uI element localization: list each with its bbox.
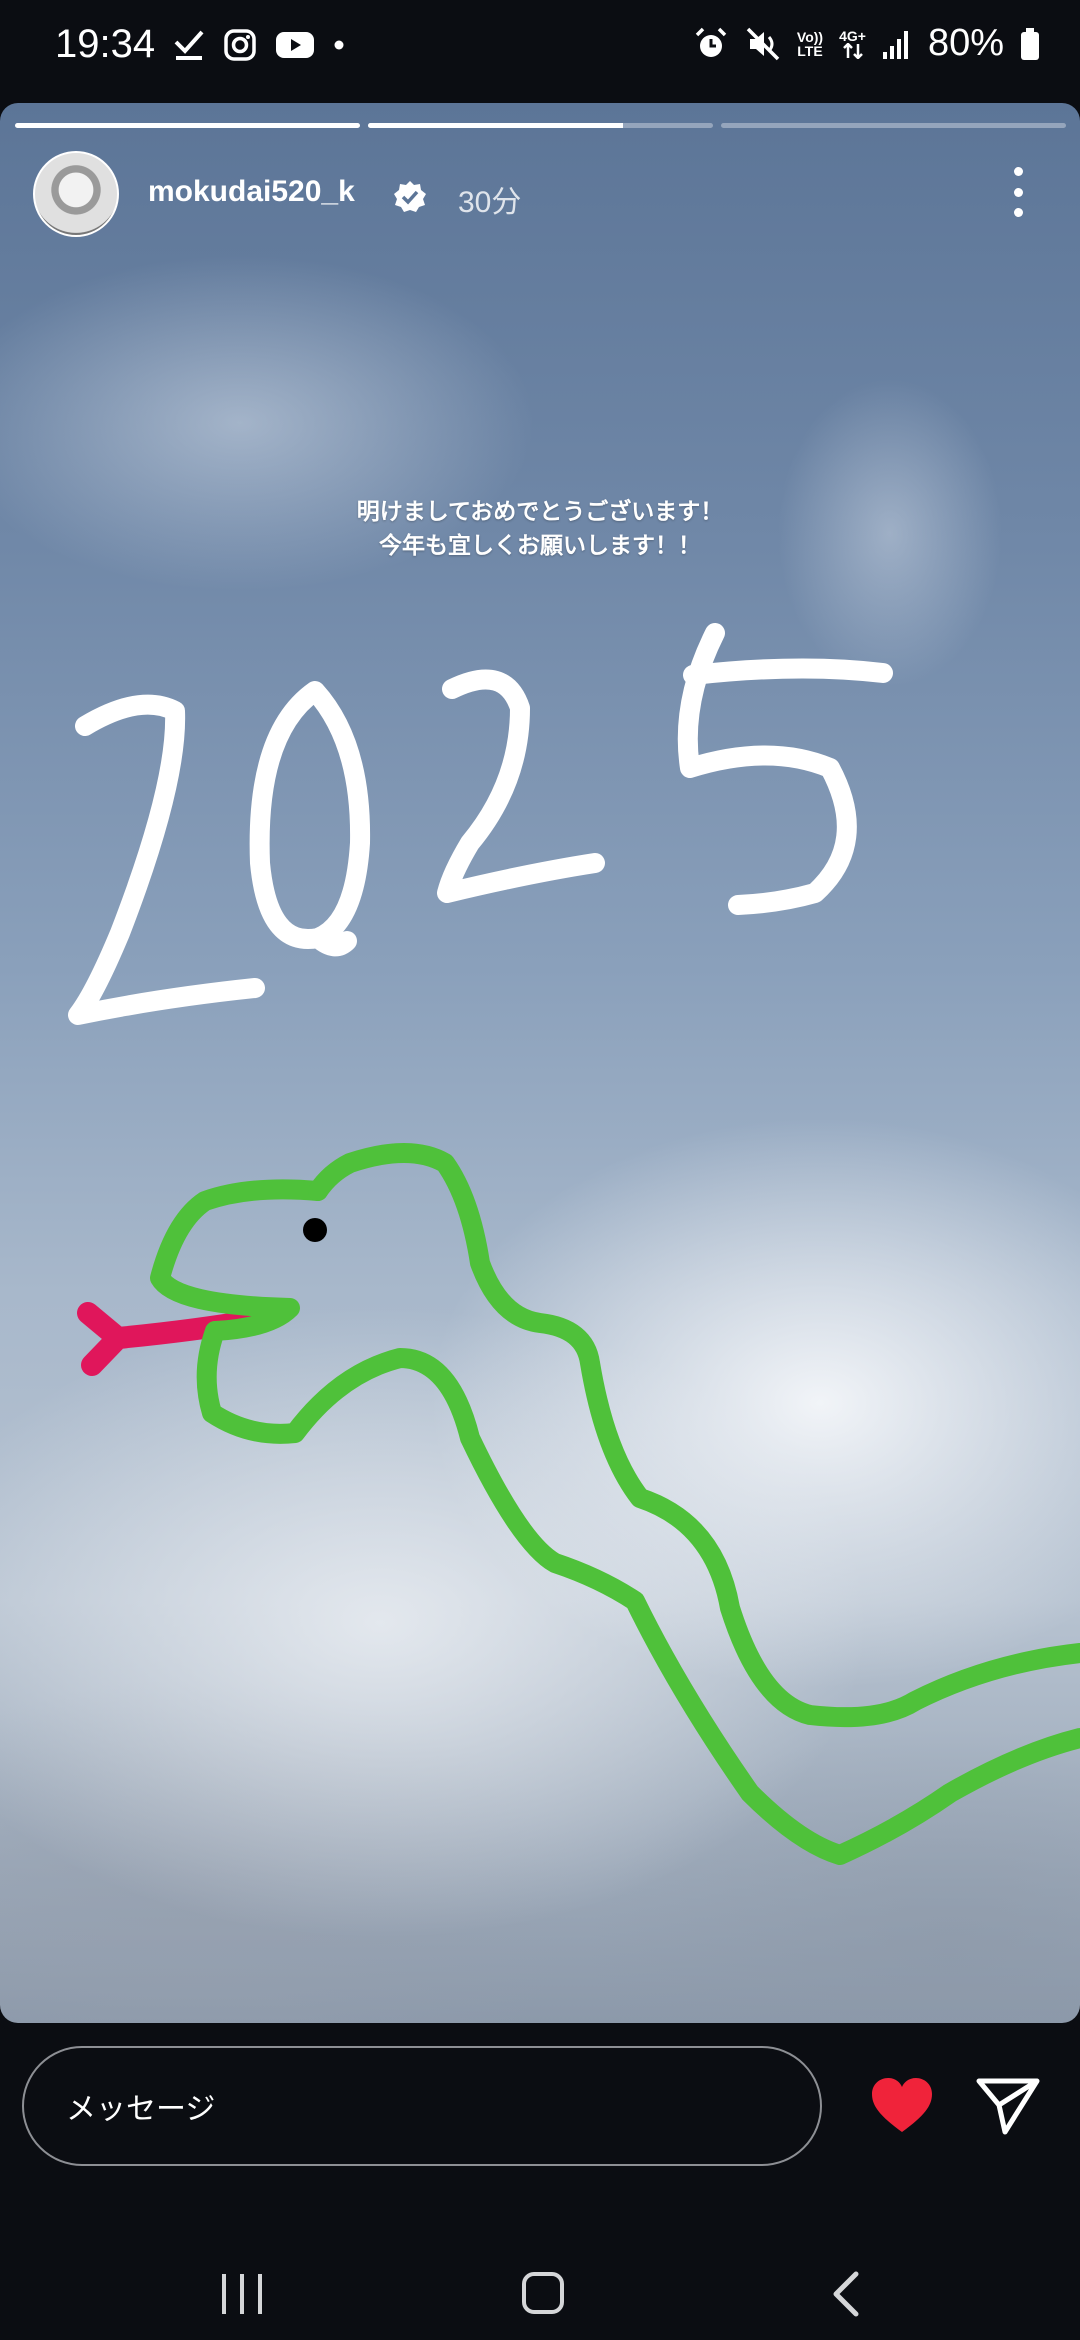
alarm-icon [693, 26, 729, 62]
like-button[interactable] [870, 2076, 934, 2136]
more-options-button[interactable] [1000, 167, 1036, 217]
check-icon [173, 28, 205, 62]
avatar[interactable] [33, 151, 119, 237]
status-bar: 19:34 Vo)) LTE 4G+ 80% [0, 0, 1080, 100]
snake-drawing [77, 1143, 1080, 1865]
more-dot-icon [1013, 208, 1023, 217]
progress-segment [721, 123, 1066, 128]
signal-icon [882, 28, 912, 60]
mute-icon [745, 26, 781, 62]
battery-icon [1020, 27, 1040, 61]
send-button[interactable] [975, 2076, 1041, 2136]
notification-dot [333, 39, 345, 51]
more-dot-icon [1013, 187, 1023, 197]
greeting-line-2: 今年も宜しくお願いします！！ [379, 533, 701, 559]
story-progress [15, 123, 1066, 128]
greeting-text: 明けましておめでとうございます！ 今年も宜しくお願いします！！ [0, 495, 1080, 563]
recent-apps-icon [222, 2274, 262, 2314]
youtube-icon [275, 30, 315, 60]
greeting-line-1: 明けましておめでとうございます！ [356, 499, 724, 525]
message-input[interactable]: メッセージ [22, 2046, 822, 2166]
year-2025-drawing [68, 623, 893, 1025]
story-time: 30分 [458, 186, 522, 219]
status-time: 19:34 [55, 22, 156, 66]
message-placeholder: メッセージ [66, 2092, 216, 2127]
heart-icon [872, 2078, 932, 2132]
snake-eye [303, 1218, 327, 1242]
navigation-bar [0, 2220, 1080, 2340]
snake-body [150, 1179, 1080, 1865]
snake-head-top [308, 1143, 1080, 1728]
instagram-icon [223, 28, 257, 62]
verified-badge-icon [392, 179, 428, 219]
progress-fill-1 [15, 123, 360, 128]
paper-plane-icon [976, 2078, 1040, 2135]
battery-percent: 80% [927, 22, 1004, 64]
recent-apps-button[interactable] [220, 2274, 264, 2314]
story-drawing [68, 623, 1080, 1865]
4g-icon: 4G+ [839, 29, 866, 59]
progress-segment [368, 123, 713, 128]
more-dot-icon [1013, 167, 1023, 176]
username[interactable]: mokudai520_k [148, 175, 355, 209]
progress-segment [15, 123, 360, 128]
home-button[interactable] [522, 2272, 564, 2314]
back-button[interactable] [830, 2270, 862, 2318]
story-viewer[interactable]: mokudai520_k 30分 明けましておめでとうございます！ 今年も宜しく… [0, 103, 1080, 2023]
volte-icon: Vo)) LTE [796, 28, 824, 59]
back-icon [833, 2271, 859, 2317]
progress-fill-2 [368, 123, 624, 128]
